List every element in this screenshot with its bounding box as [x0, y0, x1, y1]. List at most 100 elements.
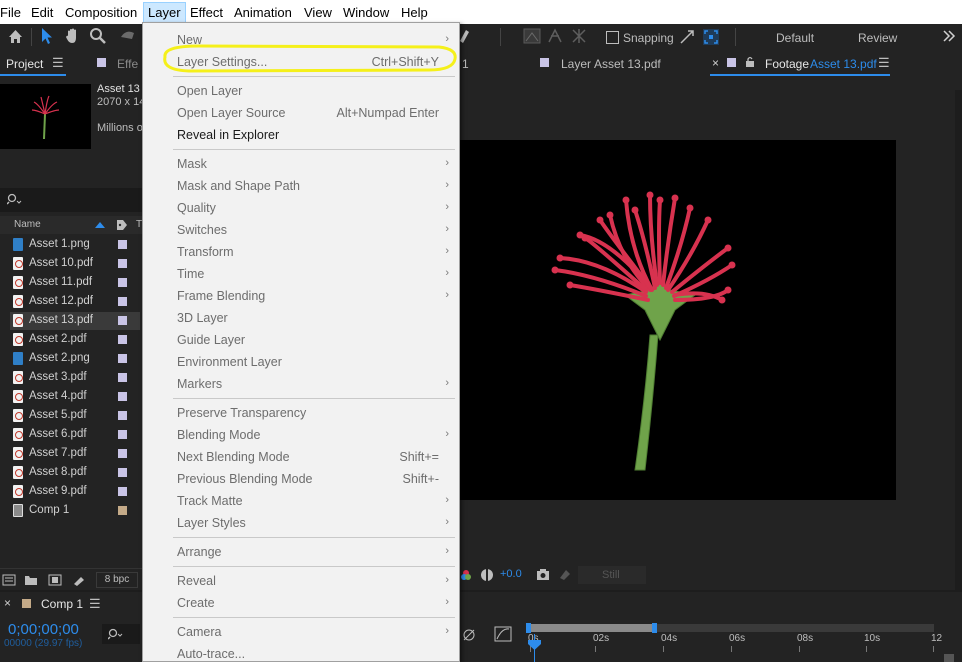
playhead-icon[interactable] [528, 640, 541, 650]
project-search-field[interactable] [0, 188, 142, 212]
workspace-default[interactable]: Default [776, 31, 814, 45]
current-timecode[interactable]: 0;00;00;00 [8, 621, 79, 638]
menu-layer[interactable]: Layer [143, 2, 186, 24]
motion-blur-icon[interactable] [462, 628, 476, 642]
project-item[interactable]: Asset 3.pdf [10, 369, 140, 387]
axis-world-icon[interactable] [546, 27, 564, 45]
label-color-swatch[interactable] [118, 468, 127, 477]
layer-tab-name[interactable]: Asset 13.pdf [594, 57, 661, 71]
menu-item-environment-layer[interactable]: Environment Layer [143, 351, 459, 373]
sort-ascending-icon[interactable] [95, 222, 105, 228]
menu-item-time[interactable]: Time › [143, 263, 459, 285]
project-settings-icon[interactable] [72, 574, 86, 586]
project-tab[interactable]: Project ☰ [0, 54, 66, 76]
label-color-swatch[interactable] [118, 373, 127, 382]
name-column-header[interactable]: Name [14, 219, 41, 230]
menu-item-arrange[interactable]: Arrange › [143, 541, 459, 563]
menu-file[interactable]: File [0, 5, 21, 20]
menu-item-track-matte[interactable]: Track Matte › [143, 490, 459, 512]
menu-item-open-layer-source[interactable]: Open Layer Source Alt+Numpad Enter [143, 102, 459, 124]
orbit-tool-icon[interactable] [118, 27, 140, 45]
timeline-panel-menu-icon[interactable]: ☰ [89, 596, 101, 612]
menu-item-create[interactable]: Create › [143, 592, 459, 614]
hand-tool-icon[interactable] [64, 27, 82, 45]
menu-window[interactable]: Window [343, 5, 389, 20]
exposure-value[interactable]: +0.0 [500, 568, 522, 580]
project-item[interactable]: Asset 6.pdf [10, 426, 140, 444]
menu-composition[interactable]: Composition [65, 5, 137, 20]
footage-tab[interactable]: × Footage Asset 13.pdf ☰ [710, 54, 890, 76]
exposure-reset-icon[interactable] [480, 568, 494, 582]
label-color-swatch[interactable] [118, 297, 127, 306]
label-color-swatch[interactable] [118, 259, 127, 268]
still-button[interactable]: Still [578, 566, 646, 584]
project-item[interactable]: Asset 9.pdf [10, 483, 140, 501]
menu-item-previous-blending-mode[interactable]: Previous Blending Mode Shift+- [143, 468, 459, 490]
label-color-swatch[interactable] [118, 278, 127, 287]
lock-icon[interactable] [745, 56, 755, 68]
timeline-search-field[interactable] [102, 624, 140, 644]
project-item[interactable]: Asset 10.pdf [10, 255, 140, 273]
new-folder-icon[interactable] [24, 574, 38, 586]
project-item[interactable]: Asset 5.pdf [10, 407, 140, 425]
menu-view[interactable]: View [304, 5, 332, 20]
new-composition-icon[interactable] [48, 574, 62, 586]
project-item[interactable]: Asset 8.pdf [10, 464, 140, 482]
label-color-swatch[interactable] [118, 335, 127, 344]
menu-item-3d-layer[interactable]: 3D Layer [143, 307, 459, 329]
label-color-swatch[interactable] [118, 240, 127, 249]
menu-item-auto-trace[interactable]: Auto-trace... [143, 643, 459, 662]
project-item[interactable]: Comp 1 [10, 502, 140, 520]
project-item[interactable]: Asset 11.pdf [10, 274, 140, 292]
work-area-start-handle[interactable] [526, 623, 531, 633]
interpret-footage-icon[interactable] [2, 574, 16, 586]
menu-item-layer-styles[interactable]: Layer Styles › [143, 512, 459, 534]
snapping-checkbox[interactable] [606, 31, 619, 44]
menu-item-reveal[interactable]: Reveal › [143, 570, 459, 592]
channel-icon[interactable] [460, 568, 472, 582]
work-area-range[interactable] [528, 624, 656, 632]
label-color-swatch[interactable] [118, 487, 127, 496]
home-icon[interactable] [7, 28, 24, 45]
label-color-swatch[interactable] [118, 506, 127, 515]
label-color-swatch[interactable] [118, 449, 127, 458]
bit-depth-button[interactable]: 8 bpc [96, 572, 138, 588]
menu-item-camera[interactable]: Camera › [143, 621, 459, 643]
menu-animation[interactable]: Animation [234, 5, 292, 20]
menu-item-transform[interactable]: Transform › [143, 241, 459, 263]
layer-tab-prefix[interactable]: Layer [561, 57, 591, 71]
menu-item-markers[interactable]: Markers › [143, 373, 459, 395]
menu-item-frame-blending[interactable]: Frame Blending › [143, 285, 459, 307]
label-color-swatch[interactable] [118, 316, 127, 325]
graph-editor-icon[interactable] [494, 626, 512, 642]
show-snapshot-icon[interactable] [558, 568, 572, 581]
snap-target-icon[interactable] [702, 28, 720, 46]
project-item[interactable]: Asset 13.pdf [10, 312, 140, 330]
menu-edit[interactable]: Edit [31, 5, 53, 20]
project-item[interactable]: Asset 7.pdf [10, 445, 140, 463]
workspace-review[interactable]: Review [858, 31, 897, 45]
menu-item-blending-mode[interactable]: Blending Mode › [143, 424, 459, 446]
timeline-zoom-handle[interactable] [944, 654, 954, 662]
zoom-tool-icon[interactable] [89, 27, 107, 45]
work-area-bar[interactable] [526, 623, 934, 633]
menu-item-mask[interactable]: Mask › [143, 153, 459, 175]
camera-snapshot-icon[interactable] [536, 568, 550, 581]
menu-item-mask-and-shape-path[interactable]: Mask and Shape Path › [143, 175, 459, 197]
label-color-swatch[interactable] [118, 430, 127, 439]
project-item[interactable]: Asset 12.pdf [10, 293, 140, 311]
menu-item-preserve-transparency[interactable]: Preserve Transparency [143, 402, 459, 424]
label-color-swatch[interactable] [118, 392, 127, 401]
viewer-panel-menu-icon[interactable]: ☰ [878, 55, 890, 71]
work-area-end-handle[interactable] [652, 623, 657, 633]
label-color-swatch[interactable] [118, 354, 127, 363]
panel-menu-icon[interactable]: ☰ [52, 55, 64, 71]
menu-item-quality[interactable]: Quality › [143, 197, 459, 219]
snap-options-icon[interactable] [678, 28, 696, 46]
project-item[interactable]: Asset 2.png [10, 350, 140, 368]
project-item[interactable]: Asset 4.pdf [10, 388, 140, 406]
effects-tab-label[interactable]: Effe [117, 57, 138, 71]
menu-item-switches[interactable]: Switches › [143, 219, 459, 241]
label-tag-icon[interactable] [116, 219, 128, 231]
menu-item-open-layer[interactable]: Open Layer [143, 80, 459, 102]
